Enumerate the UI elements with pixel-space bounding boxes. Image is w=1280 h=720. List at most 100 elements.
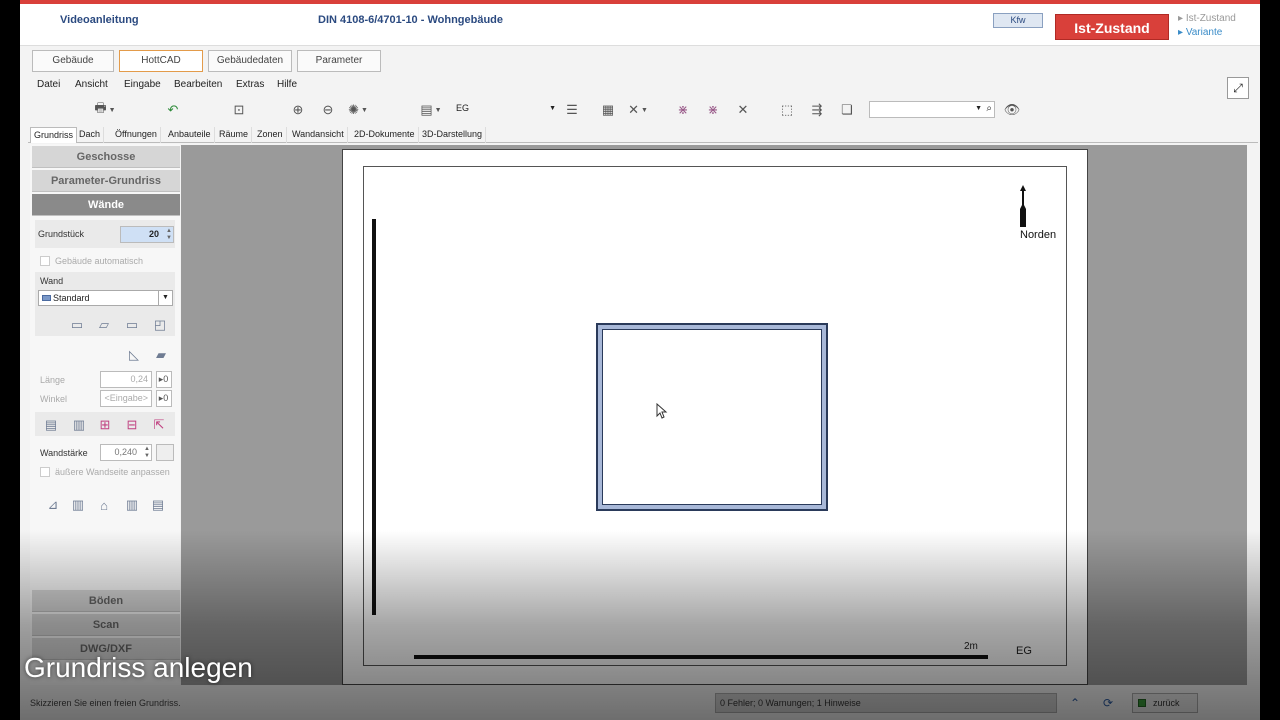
floor-select[interactable]: EG ▼ — [456, 103, 556, 119]
vertical-scale-bar — [372, 219, 376, 615]
angle-toggle[interactable]: ▸0 — [156, 390, 172, 407]
print-icon[interactable]: 🖶 ▼ — [94, 99, 116, 121]
wall-slant-icon[interactable]: ▰ — [150, 346, 172, 364]
tab-parameter[interactable]: Parameter — [297, 50, 381, 72]
header: Videoanleitung DIN 4108-6/4701-10 - Wohn… — [20, 4, 1260, 46]
tab-gebaeude[interactable]: Gebäude — [32, 50, 114, 72]
refresh-icon[interactable]: ⟳ — [1099, 694, 1117, 712]
auto-building-checkbox[interactable] — [40, 256, 50, 266]
tab-2d-dokumente[interactable]: 2D-Dokumente — [351, 127, 419, 143]
horizontal-scale-bar — [414, 655, 988, 659]
wall-box-icon[interactable]: ▭ — [66, 316, 88, 334]
light-icon[interactable]: ✺ ▼ — [347, 99, 369, 121]
tab-grundriss[interactable]: Grundriss — [30, 127, 78, 143]
menu-bar: Datei Ansicht Eingabe Bearbeiten Extras … — [20, 76, 1260, 94]
wall-swatch-icon — [42, 295, 51, 301]
messages-box[interactable]: 0 Fehler; 0 Warnungen; 1 Hinweise — [715, 693, 1057, 713]
zoom-out-icon[interactable]: ⊖ — [317, 99, 339, 121]
length-input[interactable]: 0,24 — [100, 371, 152, 388]
tab-oeffnungen[interactable]: Öffnungen — [112, 127, 161, 143]
wall-label: Wand — [40, 276, 64, 286]
wall-type-select[interactable]: Standard ▼ — [38, 290, 173, 306]
wall-angle-icon[interactable]: ◺ — [123, 346, 145, 364]
grid-icon[interactable]: ⋇ — [672, 99, 694, 121]
layer-icon[interactable]: ▤ ▼ — [420, 99, 442, 121]
layers-icon[interactable]: ❏ — [836, 99, 858, 121]
menu-eingabe[interactable]: Eingabe — [124, 79, 161, 90]
length-value: 0,24 — [130, 374, 148, 384]
grid-snap-icon[interactable]: ⋇ — [702, 99, 724, 121]
angle-input[interactable]: <Eingabe> — [100, 390, 152, 407]
back-button[interactable]: zurück — [1132, 693, 1198, 713]
tab-hottcad[interactable]: HottCAD — [119, 50, 203, 72]
adjust-wall-checkbox[interactable] — [40, 467, 50, 477]
window-tool-icon[interactable]: ▥ — [67, 496, 89, 514]
section-parameter-grundriss[interactable]: Parameter-Grundriss — [32, 170, 180, 192]
tab-anbauteile[interactable]: Anbauteile — [165, 127, 215, 143]
wall-add-icon[interactable]: ⊞ — [94, 416, 116, 434]
undo-icon[interactable]: ↶ — [162, 99, 184, 121]
zoom-in-icon[interactable]: ⊕ — [287, 99, 309, 121]
cross-icon[interactable]: ✕ — [732, 99, 754, 121]
link-ist-zustand-label: Ist-Zustand — [1185, 13, 1236, 24]
tab-gebaeudedaten[interactable]: Gebäudedaten — [208, 50, 292, 72]
spinner-arrows-icon[interactable]: ▲ ▼ — [166, 228, 172, 242]
tab-raeume[interactable]: Räume — [216, 127, 253, 143]
search-icon[interactable]: ⌕ — [986, 103, 992, 114]
link-variante[interactable]: ▸ Variante — [1178, 26, 1236, 40]
snap-icon[interactable]: ✕ ▼ — [627, 99, 649, 121]
grundstueck-stepper[interactable]: 20 ▲ ▼ — [120, 226, 174, 243]
menu-datei[interactable]: Datei — [37, 79, 60, 90]
video-guide-link[interactable]: Videoanleitung — [60, 14, 139, 26]
dimension-icon[interactable]: ▦ — [597, 99, 619, 121]
menu-bearbeiten[interactable]: Bearbeiten — [174, 79, 222, 90]
stairs-tool-icon[interactable]: ▤ — [147, 496, 169, 514]
wall-join-icon[interactable]: ▥ — [68, 416, 90, 434]
column-tool-icon[interactable]: ▥ — [121, 496, 143, 514]
ist-zustand-button[interactable]: Ist-Zustand — [1055, 14, 1169, 40]
tab-wandansicht[interactable]: Wandansicht — [289, 127, 348, 143]
mouse-cursor-icon — [656, 403, 668, 419]
thickness-extra-button[interactable] — [156, 444, 174, 461]
door-tool-icon[interactable]: ⊿ — [42, 496, 64, 514]
section-scan[interactable]: Scan — [32, 614, 180, 636]
length-label: Länge — [40, 375, 66, 385]
tab-3d-darstellung[interactable]: 3D-Darstellung — [419, 127, 487, 143]
toolbar: 🖶 ▼ ↶ ⊡ ⊕ ⊖ ✺ ▼ ▤ ▼ EG ▼ ☰ ▦ ✕ ▼ ⋇ ⋇ ✕ ⬚ ⇶ ❏ … — [20, 95, 1260, 125]
link-ist-zustand[interactable]: ▸ Ist-Zustand — [1178, 12, 1236, 26]
back-button-label: zurück — [1153, 698, 1180, 708]
drawing-area[interactable]: 2m EG Norden — [181, 145, 1247, 685]
collapse-up-icon[interactable]: ⌃ — [1066, 694, 1084, 712]
thickness-stepper[interactable]: 0,240 ▲ ▼ — [100, 444, 152, 461]
kfw-button[interactable]: Kfw — [993, 13, 1043, 28]
menu-ansicht[interactable]: Ansicht — [75, 79, 108, 90]
align-icon[interactable]: ⇶ — [806, 99, 828, 121]
menu-extras[interactable]: Extras — [236, 79, 264, 90]
spinner-arrows-icon[interactable]: ▲ ▼ — [144, 446, 150, 460]
north-label: Norden — [1020, 229, 1057, 241]
search-input[interactable]: ▼ ⌕ — [869, 101, 995, 118]
wall-type-value: Standard — [53, 293, 90, 303]
wall-remove-icon[interactable]: ⊟ — [121, 416, 143, 434]
wall-split-icon[interactable]: ▤ — [40, 416, 62, 434]
wall-move-icon[interactable]: ⇱ — [148, 416, 170, 434]
wall-cube-icon[interactable]: ◰ — [149, 316, 171, 334]
zoom-window-icon[interactable]: ⊡ — [228, 99, 250, 121]
section-boeden[interactable]: Böden — [32, 590, 180, 612]
cube-icon[interactable]: ⬚ — [776, 99, 798, 121]
eye-icon[interactable]: 👁 — [1001, 99, 1023, 121]
section-geschosse[interactable]: Geschosse — [32, 146, 180, 168]
menu-hilfe[interactable]: Hilfe — [277, 79, 297, 90]
tab-dach[interactable]: Dach — [76, 127, 105, 143]
list-icon[interactable]: ☰ — [561, 99, 583, 121]
wall-edit-icon[interactable]: ▱ — [93, 316, 115, 334]
length-toggle[interactable]: ▸0 — [156, 371, 172, 388]
tab-zonen[interactable]: Zonen — [254, 127, 287, 143]
status-bar: Skizzieren Sie einen freien Grundriss. 0… — [20, 687, 1260, 720]
length-toggle-value: 0 — [163, 374, 169, 384]
section-waende[interactable]: Wände — [32, 194, 180, 216]
opening-tool-icon[interactable]: ⌂ — [93, 496, 115, 514]
chevron-down-icon: ▼ — [549, 105, 556, 112]
room-outline[interactable] — [596, 323, 828, 511]
wall-rect-icon[interactable]: ▭ — [121, 316, 143, 334]
